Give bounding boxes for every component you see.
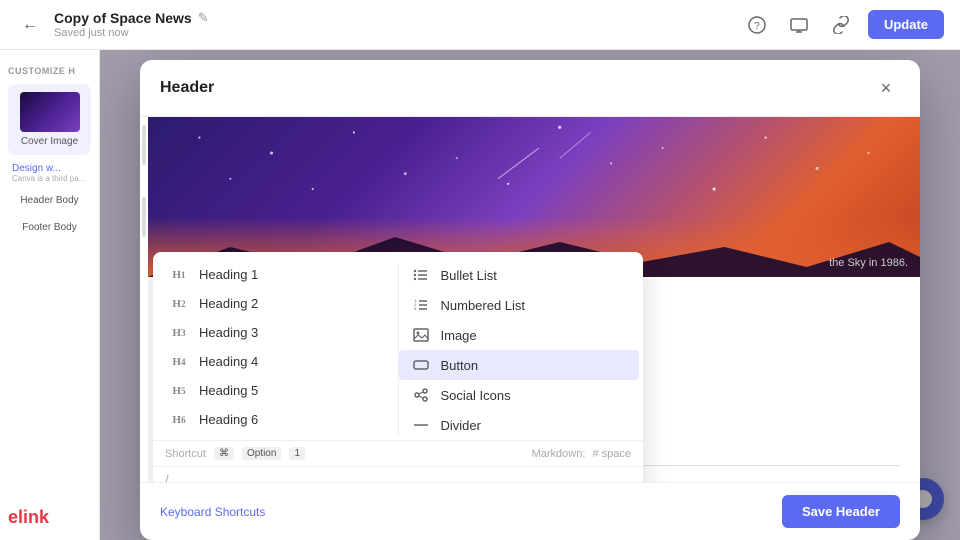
modal-overlay: Header ×	[100, 50, 960, 540]
blink-logo: elink	[8, 507, 49, 528]
markdown-label: Markdown: # space	[532, 448, 631, 460]
block-picker-columns: H1 Heading 1 H2 Heading 2 H3 Heading 3	[153, 260, 643, 440]
shortcut-label: Shortcut	[165, 448, 206, 460]
design-with-canva[interactable]: Design w... Canva is a third pa...	[8, 159, 91, 187]
update-button[interactable]: Update	[868, 10, 944, 39]
numbered-list-option[interactable]: 1.2.3. Numbered List	[399, 290, 640, 320]
headings-column: H1 Heading 1 H2 Heading 2 H3 Heading 3	[157, 260, 398, 440]
modal-close-button[interactable]: ×	[872, 74, 900, 102]
modal-header: Header ×	[140, 60, 920, 117]
modal-drag-sidebar	[140, 117, 148, 482]
keyboard-shortcuts-link[interactable]: Keyboard Shortcuts	[160, 505, 265, 519]
svg-text:?: ?	[754, 21, 760, 32]
sidebar-item-header-body[interactable]: Header Body	[8, 187, 91, 214]
shortcut-bar: Shortcut ⌘ Option 1 Markdown: # space	[153, 440, 643, 466]
sidebar-section-title: CUSTOMIZE H	[8, 66, 91, 76]
heading-3-option[interactable]: H3 Heading 3	[157, 318, 398, 347]
social-icons-option[interactable]: Social Icons	[399, 380, 640, 410]
monitor-button[interactable]	[784, 10, 814, 40]
modal-footer: Keyboard Shortcuts Save Header	[140, 482, 920, 540]
heading-1-option[interactable]: H1 Heading 1	[157, 260, 398, 289]
edit-icon[interactable]: ✎	[198, 10, 209, 26]
logo-text: link	[18, 507, 49, 527]
heading-4-option[interactable]: H4 Heading 4	[157, 347, 398, 376]
block-picker-dropdown: H1 Heading 1 H2 Heading 2 H3 Heading 3	[153, 252, 643, 482]
header-modal: Header ×	[140, 60, 920, 540]
shortcut-cmd: ⌘	[214, 447, 234, 460]
modal-body: the Sky in 1986. H1 Heading 1	[140, 117, 920, 482]
markdown-val: # space	[592, 448, 631, 460]
heading-5-option[interactable]: H5 Heading 5	[157, 376, 398, 405]
saved-status: Saved just now	[54, 27, 209, 39]
hero-caption: the Sky in 1986.	[829, 257, 908, 269]
drag-handle-2[interactable]	[142, 197, 146, 237]
cover-image-label: Cover Image	[21, 136, 78, 147]
shortcut-num: 1	[289, 447, 305, 460]
filter-input-row: /	[153, 466, 643, 482]
heading-2-option[interactable]: H2 Heading 2	[157, 289, 398, 318]
sidebar: CUSTOMIZE H Cover Image Design w... Canv…	[0, 50, 100, 540]
sidebar-item-cover-image[interactable]: Cover Image	[8, 84, 91, 155]
cover-image-thumb	[20, 92, 80, 132]
svg-text:3.: 3.	[414, 306, 417, 311]
top-bar-right: ? Update	[742, 10, 944, 40]
button-option[interactable]: Button	[399, 350, 640, 380]
link-button[interactable]	[826, 10, 856, 40]
top-bar-left: ← Copy of Space News ✎ Saved just now	[16, 10, 209, 39]
drag-handle[interactable]	[142, 125, 146, 165]
blocks-column: Bullet List 1.2.3. Numbered List	[399, 260, 640, 440]
shortcut-option: Option	[242, 447, 281, 460]
project-title: Copy of Space News	[54, 10, 192, 26]
help-button[interactable]: ?	[742, 10, 772, 40]
image-option[interactable]: Image	[399, 320, 640, 350]
main-area: Header ×	[100, 50, 960, 540]
logo-icon: e	[8, 507, 18, 527]
sidebar-item-footer-body[interactable]: Footer Body	[8, 214, 91, 241]
back-button[interactable]: ←	[16, 11, 44, 39]
sidebar-customize-section: CUSTOMIZE H Cover Image Design w... Canv…	[8, 66, 91, 241]
filter-slash: /	[165, 472, 169, 482]
top-bar: ← Copy of Space News ✎ Saved just now ?	[0, 0, 960, 50]
modal-content: the Sky in 1986. H1 Heading 1	[148, 117, 920, 482]
save-header-button[interactable]: Save Header	[782, 495, 900, 528]
bullet-list-option[interactable]: Bullet List	[399, 260, 640, 290]
modal-title: Header	[160, 79, 214, 97]
project-info: Copy of Space News ✎ Saved just now	[54, 10, 209, 39]
divider-option[interactable]: Divider	[399, 410, 640, 440]
heading-6-option[interactable]: H6 Heading 6	[157, 405, 398, 434]
